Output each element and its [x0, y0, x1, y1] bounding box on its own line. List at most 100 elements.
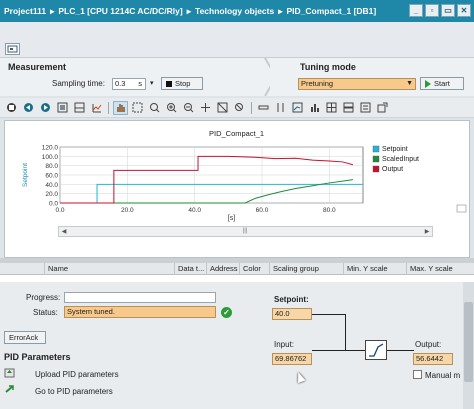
upload-icon[interactable] — [4, 368, 15, 378]
ruler-icon[interactable] — [256, 101, 271, 115]
zoom-in-icon[interactable] — [164, 101, 179, 115]
setpoint-field: 40.0 — [272, 308, 312, 320]
grid-icon[interactable] — [324, 101, 339, 115]
breadcrumb-pid-compact[interactable]: PID_Compact_1 [DB1] — [286, 6, 376, 16]
goto-arrow-icon[interactable] — [4, 384, 15, 394]
play-icon — [425, 79, 431, 88]
scroll-right-icon[interactable]: ▶ — [422, 227, 432, 236]
tuning-mode-title: Tuning mode — [300, 62, 356, 72]
output-label: Output: — [415, 340, 442, 349]
measurement-panel: Measurement Sampling time: 0.3 s ▾ Stop — [0, 58, 270, 96]
controller-block-icon — [365, 340, 387, 360]
x-tick-label: 60.0 — [256, 207, 269, 214]
tuning-mode-value: Pretuning — [301, 79, 334, 88]
breadcrumb-technology-objects[interactable]: Technology objects — [195, 6, 274, 16]
scroll-left-icon[interactable]: ◀ — [59, 227, 69, 236]
col-max-y-scale[interactable]: Max. Y scale — [407, 263, 474, 275]
zoom-select-icon[interactable] — [130, 101, 145, 115]
fit-icon[interactable] — [55, 101, 70, 115]
sampling-time-input[interactable]: 0.3 s — [112, 78, 146, 90]
status-field: System tuned. — [64, 306, 216, 318]
zoom-all-icon[interactable] — [215, 101, 230, 115]
split-view-icon[interactable] — [341, 101, 356, 115]
start-label: Start — [434, 79, 450, 88]
setpoint-wire — [345, 314, 346, 350]
scroll-thumb[interactable]: ||| — [241, 228, 249, 235]
zoom-rect-icon[interactable] — [72, 101, 87, 115]
stop-button[interactable]: Stop — [161, 77, 203, 90]
x-axis-label: [s] — [228, 215, 235, 222]
scroll-thumb[interactable] — [464, 302, 473, 382]
measure-cursor-icon[interactable] — [273, 101, 288, 115]
y-axis-label: Setpoint — [22, 163, 29, 187]
legend-swatch-setpoint — [372, 145, 380, 153]
manual-mode-checkbox[interactable] — [413, 370, 422, 379]
output-field: 56.6442 — [413, 353, 453, 365]
mouse-pointer-icon — [294, 370, 306, 384]
legend-swatch-scaledinput — [372, 155, 380, 163]
col-address[interactable]: Address — [207, 263, 240, 275]
col-scaling-group[interactable]: Scaling group — [270, 263, 344, 275]
y-tick-label: 60.0 — [45, 173, 58, 180]
col-name[interactable]: Name — [45, 263, 175, 275]
chevron-down-icon: ▼ — [406, 80, 413, 87]
zoom-cross-icon[interactable] — [198, 101, 213, 115]
title-bar: Project111 ▸ PLC_1 [CPU 1214C AC/DC/Rly]… — [0, 0, 474, 22]
breadcrumb-plc[interactable]: PLC_1 [CPU 1214C AC/DC/Rly] — [58, 6, 182, 16]
col-data-type[interactable]: Data t... — [175, 263, 207, 275]
progress-bar — [64, 292, 216, 303]
online-status-panel: Progress: Status: System tuned. ✓ ErrorA… — [0, 282, 474, 409]
pan-hand-icon[interactable] — [113, 100, 128, 115]
legend-toggle-icon — [456, 204, 467, 213]
undo-zoom-icon[interactable] — [232, 101, 247, 115]
close-button[interactable]: ✕ — [457, 4, 471, 17]
back-icon[interactable] — [21, 101, 36, 115]
marker-icon[interactable] — [89, 101, 104, 115]
minimize-button[interactable]: _ — [409, 4, 423, 17]
manual-mode-label: Manual m — [425, 371, 461, 380]
maximize-button[interactable]: ▭ — [441, 4, 455, 17]
col-min-y-scale[interactable]: Min. Y scale — [344, 263, 407, 275]
chart-title: PID_Compact_1 — [209, 129, 264, 138]
signal-table-header: Name Data t... Address Color Scaling gro… — [0, 263, 474, 275]
y-tick-label: 80.0 — [45, 163, 58, 170]
sampling-time-value: 0.3 — [115, 79, 126, 88]
legend-icon[interactable] — [358, 101, 373, 115]
lower-vertical-scrollbar[interactable] — [463, 282, 474, 409]
export-icon[interactable] — [375, 101, 390, 115]
breadcrumb-project[interactable]: Project111 — [4, 6, 46, 16]
input-field: 69.86762 — [272, 353, 312, 365]
trend-view-icon[interactable] — [290, 101, 305, 115]
window-controls: _ ▫ ▭ ✕ — [409, 4, 471, 17]
legend-label-scaledinput: ScaledInput — [382, 156, 419, 163]
trend-toolbar — [0, 98, 474, 118]
trend-plot-panel: 0.0 20.0 40.0 60.0 80.0 100.0 120.0 0.0 20.0 40.0… — [4, 120, 470, 258]
trend-horizontal-scrollbar[interactable]: ◀ ||| ▶ — [58, 226, 433, 237]
stop-label: Stop — [175, 79, 191, 88]
error-ack-button[interactable]: ErrorAck — [4, 331, 46, 344]
upload-pid-parameters-link[interactable]: Upload PID parameters — [35, 370, 119, 379]
forward-icon[interactable] — [38, 101, 53, 115]
measurement-title: Measurement — [8, 62, 67, 72]
bar-chart-icon[interactable] — [307, 101, 322, 115]
commissioning-icon[interactable] — [5, 43, 20, 55]
sampling-spin-icon[interactable]: ▾ — [150, 79, 154, 87]
x-tick-label: 40.0 — [188, 207, 201, 214]
input-label: Input: — [274, 340, 295, 349]
setpoint-wire — [312, 314, 345, 315]
col-color[interactable]: Color — [240, 263, 270, 275]
restore-button[interactable]: ▫ — [425, 4, 439, 17]
zoom-out-icon[interactable] — [181, 101, 196, 115]
status-label: Status: — [33, 308, 58, 317]
zoom-x-icon[interactable] — [147, 101, 162, 115]
goto-pid-parameters-link[interactable]: Go to PID parameters — [35, 387, 113, 396]
stop-trend-icon[interactable] — [4, 101, 19, 115]
sampling-time-unit: s — [138, 79, 142, 88]
signal-table-body — [0, 275, 474, 282]
legend-label-setpoint: Setpoint — [382, 146, 408, 153]
start-button[interactable]: Start — [420, 77, 464, 90]
x-tick-label: 0.0 — [55, 207, 64, 214]
tuning-mode-select[interactable]: Pretuning ▼ — [298, 78, 416, 90]
output-wire — [387, 350, 414, 351]
breadcrumb-separator: ▸ — [278, 5, 283, 16]
